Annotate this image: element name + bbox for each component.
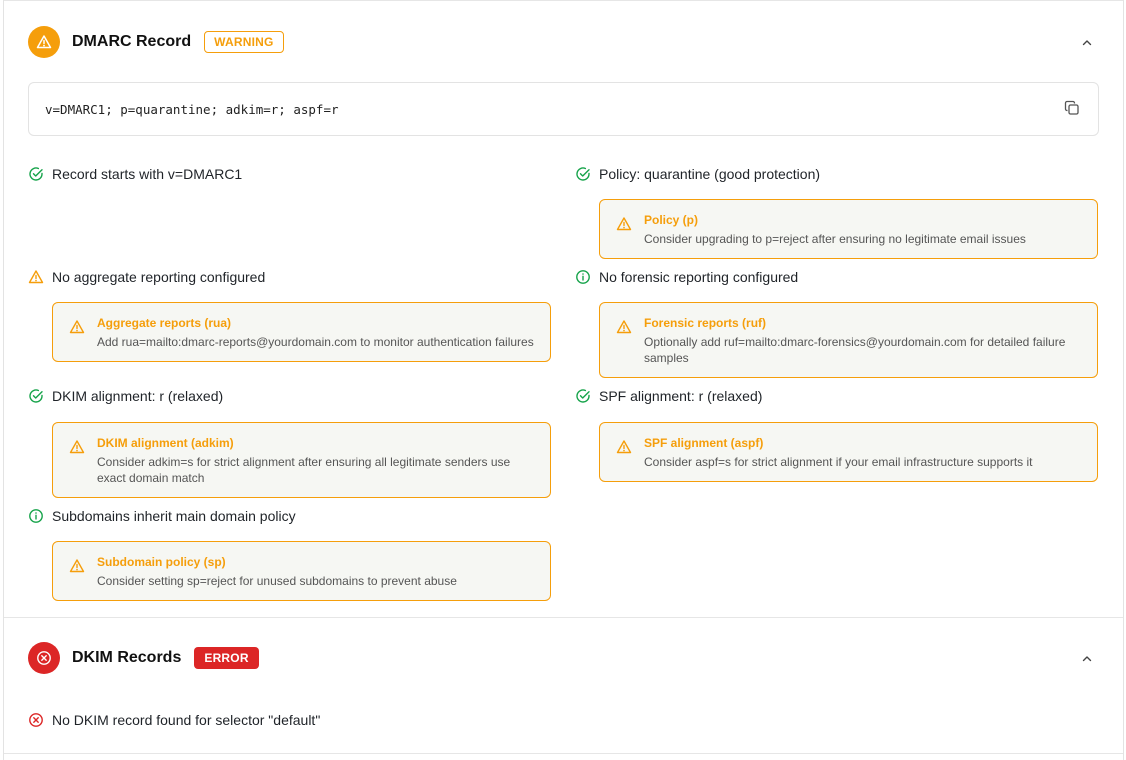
- check-aggregate: No aggregate reporting configured: [28, 269, 265, 285]
- x-circle-icon: [28, 712, 44, 728]
- warning-triangle-icon: [69, 558, 85, 574]
- advice-body: Consider aspf=s for strict alignment if …: [644, 455, 1033, 469]
- warning-triangle-icon: [616, 439, 632, 455]
- dkim-title: DKIM Records: [72, 649, 182, 666]
- check-text: No aggregate reporting configured: [52, 269, 266, 285]
- warning-triangle-icon: [69, 319, 85, 335]
- advice-subdomain-policy: Subdomain policy (sp) Consider setting s…: [52, 541, 551, 601]
- chevron-up-icon[interactable]: [1081, 652, 1093, 670]
- check-text: No DKIM record found for selector "defau…: [52, 712, 321, 728]
- advice-body: Consider adkim=s for strict alignment af…: [97, 455, 511, 485]
- info-circle-icon: [28, 508, 44, 524]
- section-divider: [4, 617, 1123, 618]
- check-circle-icon: [28, 166, 44, 182]
- advice-policy: Policy (p) Consider upgrading to p=rejec…: [599, 199, 1098, 259]
- section-divider: [4, 753, 1123, 754]
- advice-body: Consider setting sp=reject for unused su…: [97, 574, 457, 588]
- error-badge: ERROR: [194, 647, 259, 669]
- dmarc-record-box: v=DMARC1; p=quarantine; adkim=r; aspf=r: [28, 82, 1099, 136]
- advice-title: DKIM alignment (adkim): [97, 436, 234, 450]
- dmarc-section-header[interactable]: DMARC Record WARNING: [28, 24, 1099, 60]
- warning-triangle-icon: [616, 319, 632, 335]
- warning-triangle-icon: [616, 216, 632, 232]
- advice-body: Add rua=mailto:dmarc-reports@yourdomain.…: [97, 335, 534, 349]
- advice-title: Forensic reports (ruf): [644, 316, 767, 330]
- advice-spf-alignment: SPF alignment (aspf) Consider aspf=s for…: [599, 422, 1098, 482]
- dmarc-record-value: v=DMARC1; p=quarantine; adkim=r; aspf=r: [45, 101, 339, 117]
- check-text: SPF alignment: r (relaxed): [599, 388, 763, 404]
- advice-title: SPF alignment (aspf): [644, 436, 764, 450]
- check-forensic: No forensic reporting configured: [575, 269, 798, 285]
- check-text: Policy: quarantine (good protection): [599, 166, 821, 182]
- check-dkim-missing: No DKIM record found for selector "defau…: [28, 712, 320, 728]
- check-dkim-alignment: DKIM alignment: r (relaxed): [28, 388, 223, 404]
- info-circle-icon: [575, 269, 591, 285]
- warning-triangle-icon: [69, 439, 85, 455]
- advice-title: Aggregate reports (rua): [97, 316, 232, 330]
- results-panel: DMARC Record WARNING v=DMARC1; p=quarant…: [3, 0, 1124, 760]
- chevron-up-icon[interactable]: [1081, 36, 1093, 54]
- copy-icon[interactable]: [1064, 100, 1080, 121]
- warning-status-icon: [28, 26, 60, 58]
- advice-title: Policy (p): [644, 213, 699, 227]
- warning-triangle-icon: [28, 269, 44, 285]
- advice-body: Consider upgrading to p=reject after ens…: [644, 232, 1026, 246]
- check-circle-icon: [575, 388, 591, 404]
- check-text: DKIM alignment: r (relaxed): [52, 388, 224, 404]
- top-border: [4, 0, 1123, 1]
- advice-forensic: Forensic reports (ruf) Optionally add ru…: [599, 302, 1098, 378]
- advice-title: Subdomain policy (sp): [97, 555, 226, 569]
- check-record-start: Record starts with v=DMARC1: [28, 166, 242, 182]
- check-text: Subdomains inherit main domain policy: [52, 508, 296, 524]
- check-circle-icon: [575, 166, 591, 182]
- check-circle-icon: [28, 388, 44, 404]
- advice-aggregate: Aggregate reports (rua) Add rua=mailto:d…: [52, 302, 551, 362]
- check-text: Record starts with v=DMARC1: [52, 166, 243, 182]
- advice-dkim-alignment: DKIM alignment (adkim) Consider adkim=s …: [52, 422, 551, 498]
- warning-badge: WARNING: [204, 31, 284, 53]
- check-spf-alignment: SPF alignment: r (relaxed): [575, 388, 762, 404]
- error-status-icon: [28, 642, 60, 674]
- check-text: No forensic reporting configured: [599, 269, 799, 285]
- check-policy: Policy: quarantine (good protection): [575, 166, 820, 182]
- dkim-section-header[interactable]: DKIM Records ERROR: [28, 640, 1099, 676]
- dmarc-title: DMARC Record: [72, 33, 192, 50]
- check-subdomains: Subdomains inherit main domain policy: [28, 508, 296, 524]
- advice-body: Optionally add ruf=mailto:dmarc-forensic…: [644, 335, 1066, 365]
